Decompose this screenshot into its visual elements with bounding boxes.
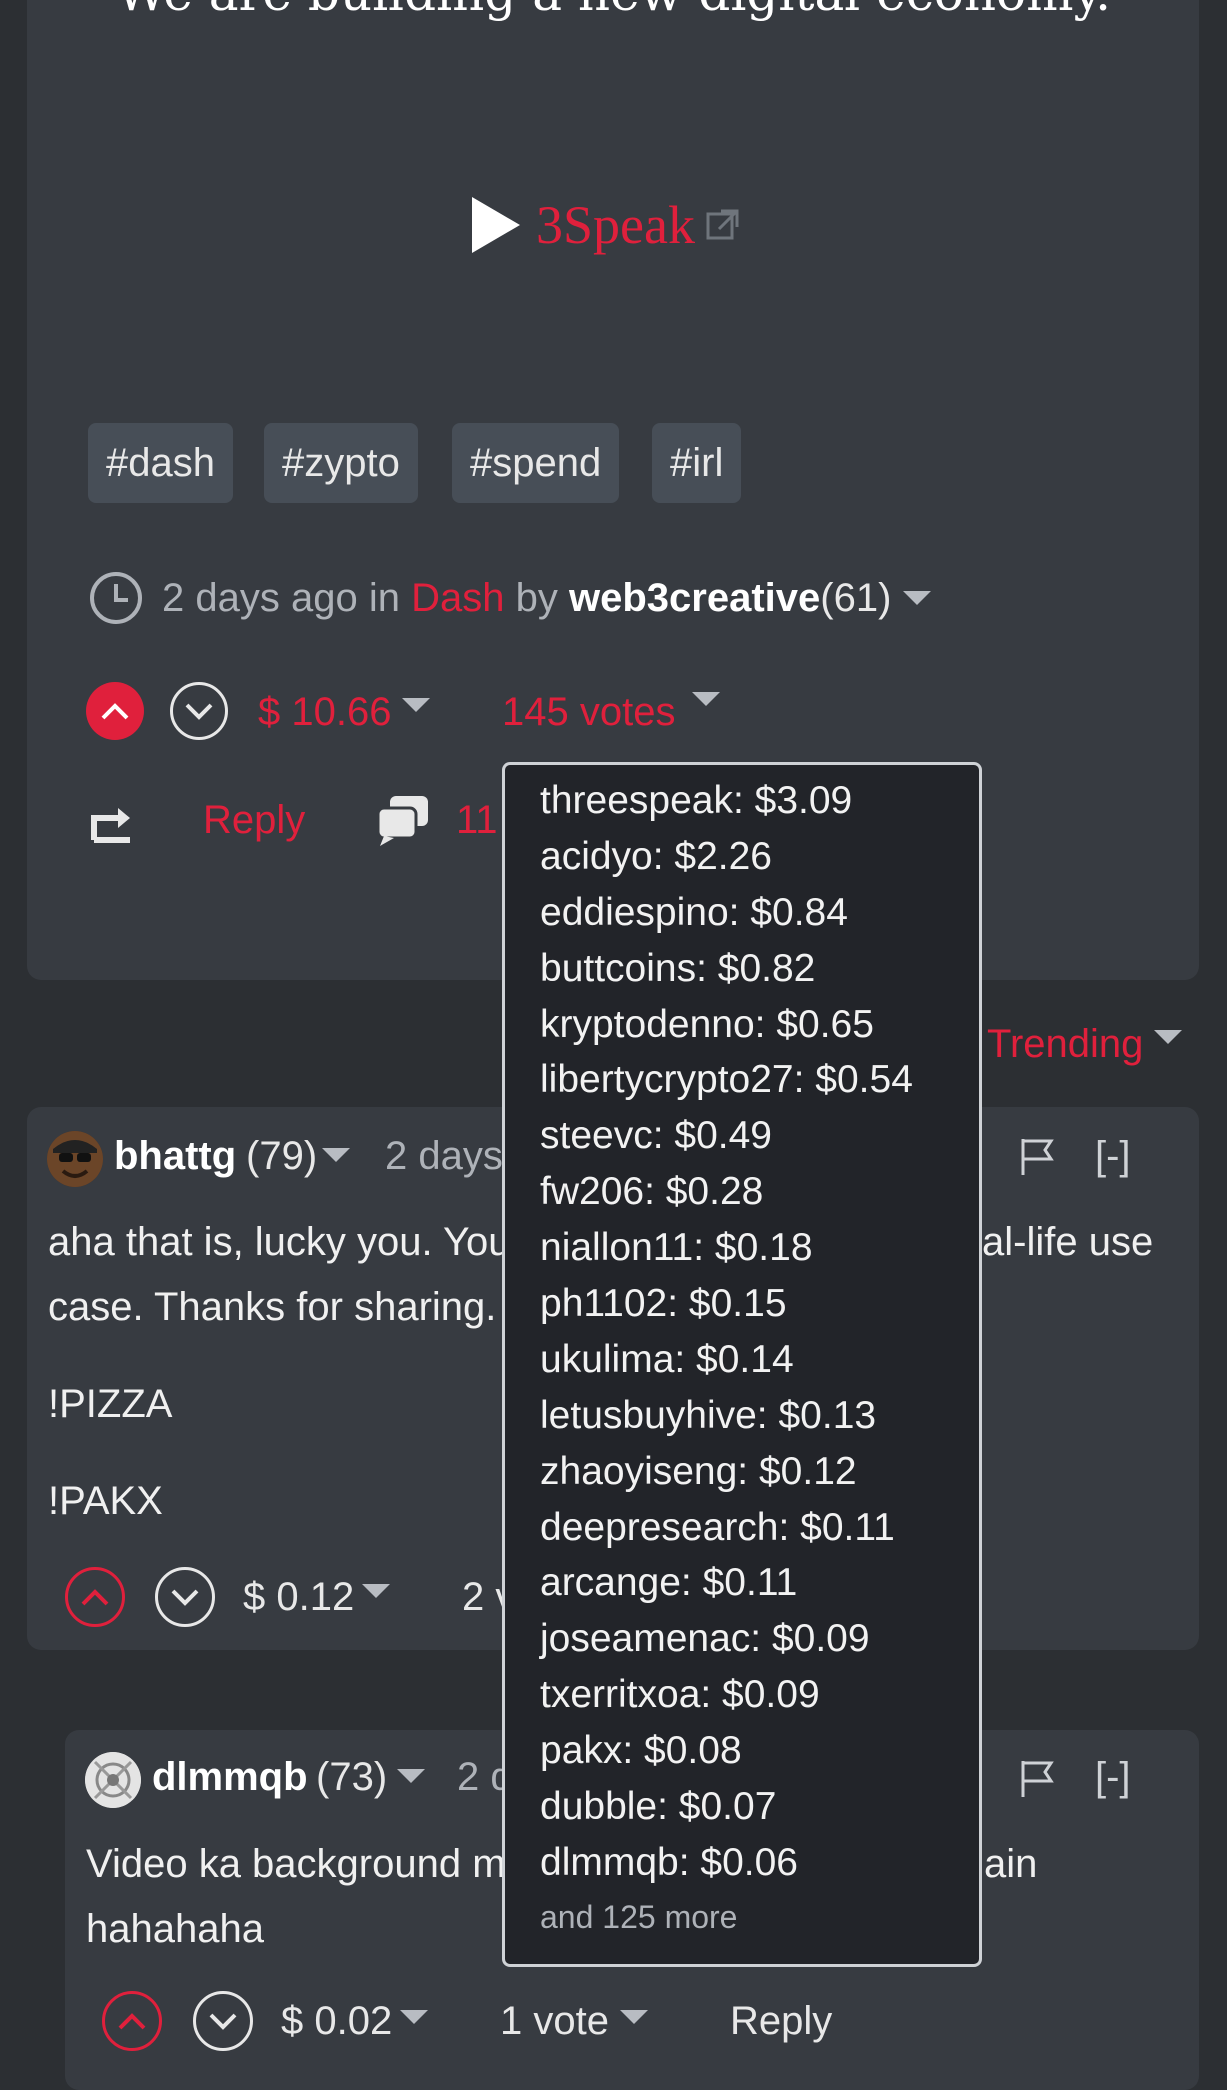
comment-body-line: Video ka background m <box>86 1842 506 1886</box>
voter-entry: dlmmqb: $0.06 <box>540 1840 798 1884</box>
comment-body-line: case. Thanks for sharing. <box>48 1285 497 1329</box>
voter-entry: eddiespino: $0.84 <box>540 890 848 934</box>
reply-button[interactable]: Reply <box>730 1991 832 2051</box>
caret-down-icon[interactable] <box>903 591 932 605</box>
flag-icon[interactable] <box>1019 1759 1055 1799</box>
payout-caret-icon[interactable] <box>402 698 430 712</box>
author-reputation: (61) <box>820 575 892 620</box>
flag-icon[interactable] <box>1019 1137 1055 1177</box>
author-caret-icon[interactable] <box>397 1769 425 1783</box>
comment-payout[interactable]: $ 0.02 <box>281 1991 392 2051</box>
comment-time: 2 days <box>385 1134 503 1178</box>
collapse-toggle[interactable]: [-] <box>1095 1748 1131 1806</box>
comment-body-line: !PIZZA <box>48 1382 173 1426</box>
comment-body-line: !PAKX <box>48 1479 163 1523</box>
voter-entry: libertycrypto27: $0.54 <box>540 1058 913 1102</box>
more-voters: and 125 more <box>540 1898 738 1935</box>
video-link-row[interactable]: 3Speak <box>472 190 741 260</box>
voter-list: threespeak: $3.09 acidyo: $2.26 eddiespino… <box>540 773 979 1891</box>
voter-entry: ukulima: $0.14 <box>540 1337 794 1381</box>
community-link[interactable]: Dash <box>411 576 504 621</box>
avatar[interactable] <box>85 1752 141 1808</box>
voter-entry: dubble: $0.07 <box>540 1785 777 1829</box>
downvote-icon[interactable] <box>193 1991 253 2051</box>
votes-caret-icon[interactable] <box>620 2010 648 2024</box>
play-icon[interactable] <box>472 197 520 253</box>
post-headline: We are building a new digital economy. <box>0 0 1227 22</box>
sort-caret-icon[interactable] <box>1154 1030 1182 1044</box>
voter-entry: pakx: $0.08 <box>540 1729 742 1773</box>
comment-reputation: (79) <box>246 1134 318 1178</box>
post-time: 2 days ago in <box>162 575 400 620</box>
voter-entry: arcange: $0.11 <box>540 1561 798 1605</box>
downvote-icon[interactable] <box>170 682 228 740</box>
payout-caret-icon[interactable] <box>362 1584 390 1598</box>
video-link[interactable]: 3Speak <box>536 194 695 256</box>
upvote-icon[interactable] <box>65 1567 125 1627</box>
voter-entry: joseamenac: $0.09 <box>540 1617 870 1661</box>
voter-entry: buttcoins: $0.82 <box>540 946 816 990</box>
reblog-icon[interactable] <box>90 800 138 844</box>
tag-zypto[interactable]: #zypto <box>264 423 418 503</box>
post-meta: 2 days ago in Dash by web3creative (61) <box>88 568 932 628</box>
upvote-icon[interactable] <box>102 1991 162 2051</box>
comment-reputation: (73) <box>316 1755 388 1799</box>
clock-icon <box>90 572 142 624</box>
voter-entry: threespeak: $3.09 <box>540 779 853 822</box>
comment-author[interactable]: dlmmqb <box>152 1748 308 1806</box>
voter-entry: acidyo: $2.26 <box>540 834 773 878</box>
comment-body-line: ain <box>984 1842 1038 1886</box>
comment-body-line: hahahaha <box>86 1907 264 1951</box>
reply-button[interactable]: Reply <box>203 790 305 850</box>
voter-entry: txerritxoa: $0.09 <box>540 1673 820 1717</box>
external-link-icon <box>706 209 739 240</box>
post-payout[interactable]: $ 10.66 <box>258 682 391 742</box>
upvote-icon[interactable] <box>86 682 144 740</box>
comment-payout[interactable]: $ 0.12 <box>243 1567 354 1627</box>
by-label: by <box>515 575 558 620</box>
voter-entry: kryptodenno: $0.65 <box>540 1002 874 1046</box>
voter-entry: deepresearch: $0.11 <box>540 1505 895 1549</box>
author-caret-icon[interactable] <box>322 1148 350 1162</box>
downvote-icon[interactable] <box>155 1567 215 1627</box>
comment-votes[interactable]: 1 vote <box>500 1991 609 2051</box>
comment-count[interactable]: 11 <box>456 790 498 850</box>
tag-dash[interactable]: #dash <box>88 423 233 503</box>
voter-entry: letusbuyhive: $0.13 <box>540 1393 877 1437</box>
voters-tooltip: threespeak: $3.09 acidyo: $2.26 eddiespino… <box>502 762 982 1967</box>
sort-dropdown[interactable]: Trending <box>987 1016 1143 1072</box>
collapse-toggle[interactable]: [-] <box>1095 1127 1131 1185</box>
voter-entry: steevc: $0.49 <box>540 1114 772 1158</box>
comment-author[interactable]: bhattg <box>114 1127 236 1185</box>
comment-body-line: al-life use <box>982 1220 1154 1264</box>
author-link[interactable]: web3creative <box>569 576 820 621</box>
tag-irl[interactable]: #irl <box>652 423 742 503</box>
avatar[interactable] <box>47 1131 103 1187</box>
voter-entry: fw206: $0.28 <box>540 1170 764 1214</box>
voter-entry: ph1102: $0.15 <box>540 1282 787 1326</box>
tag-spend[interactable]: #spend <box>452 423 620 503</box>
voter-entry: niallon11: $0.18 <box>540 1226 813 1270</box>
comments-icon[interactable] <box>376 794 430 848</box>
post-votes[interactable]: 145 votes <box>502 682 675 742</box>
voter-entry: zhaoyiseng: $0.12 <box>540 1449 857 1493</box>
payout-caret-icon[interactable] <box>400 2010 428 2024</box>
votes-caret-icon[interactable] <box>692 692 720 706</box>
comment-body-line: aha that is, lucky you. You <box>48 1220 511 1264</box>
